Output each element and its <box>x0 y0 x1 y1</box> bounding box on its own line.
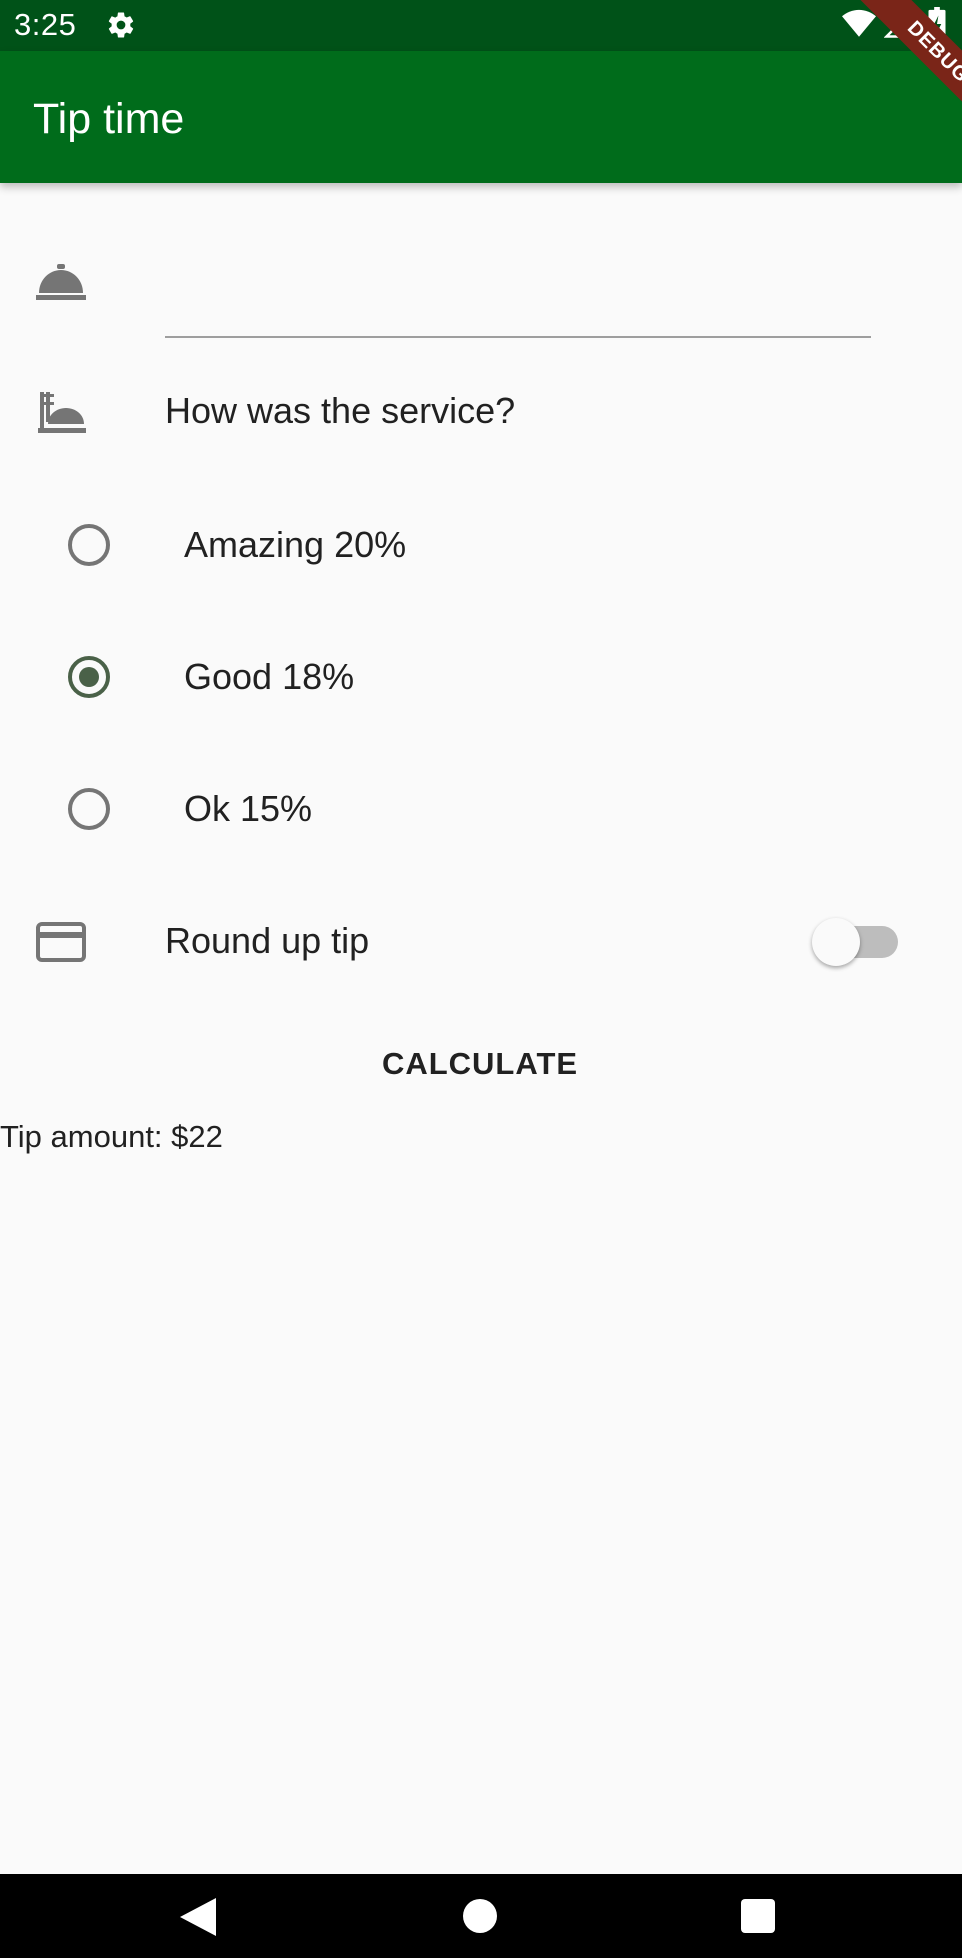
app-title: Tip time <box>33 95 185 143</box>
battery-icon <box>928 7 946 41</box>
home-icon[interactable] <box>463 1899 497 1933</box>
tip-amount: Tip amount: $22 <box>0 1119 223 1154</box>
recents-icon[interactable] <box>741 1899 775 1933</box>
cost-of-service-input[interactable] <box>165 270 871 330</box>
signal-icon <box>884 9 913 38</box>
navigation-bar <box>0 1874 962 1958</box>
dinner-dining-icon <box>38 392 86 433</box>
radio-label-good[interactable]: Good 18% <box>184 654 354 700</box>
room-service-icon <box>36 264 86 300</box>
round-up-switch[interactable] <box>812 918 860 966</box>
status-time: 3:25 <box>14 7 77 42</box>
calculate-button[interactable]: CALCULATE <box>370 1036 590 1092</box>
radio-label-amazing[interactable]: Amazing 20% <box>184 522 406 568</box>
wifi-icon <box>842 9 876 37</box>
round-up-label: Round up tip <box>165 920 370 961</box>
radio-ok[interactable] <box>68 788 110 830</box>
status-bar: 3:25 <box>0 0 962 51</box>
radio-amazing[interactable] <box>68 524 110 566</box>
cost-field-underline <box>165 336 871 338</box>
gear-icon <box>108 12 134 38</box>
radio-good[interactable] <box>68 656 110 698</box>
back-icon[interactable] <box>178 1896 218 1938</box>
app-bar: Tip time <box>0 51 962 183</box>
service-question: How was the service? <box>165 390 516 431</box>
credit-card-icon <box>36 922 86 962</box>
radio-label-ok[interactable]: Ok 15% <box>184 786 312 832</box>
